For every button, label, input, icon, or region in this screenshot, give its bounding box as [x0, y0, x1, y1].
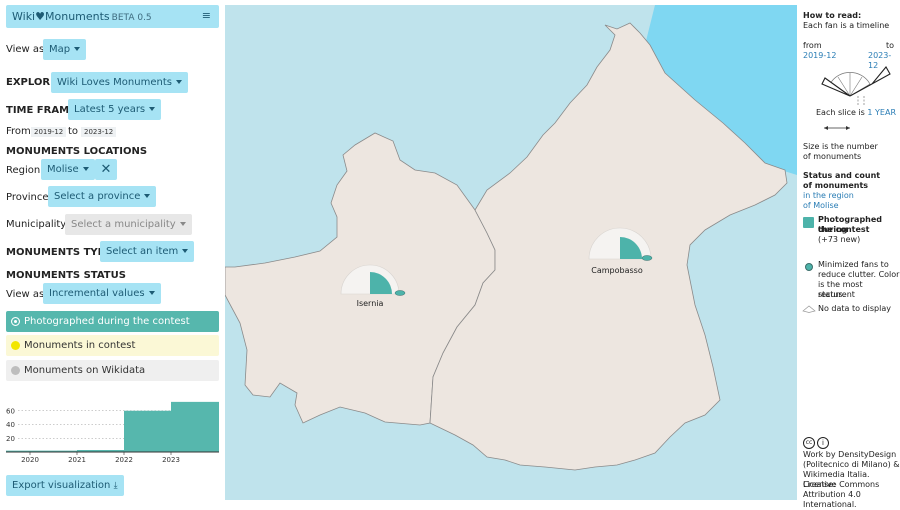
chevron-down-icon — [179, 222, 186, 226]
credits-line-4: Creative Commons — [803, 480, 880, 489]
chart-area-series — [6, 401, 219, 452]
fan-marker-icon — [394, 290, 406, 296]
type-dropdown[interactable]: Select an item — [100, 241, 195, 262]
place-label-campobasso: Campobasso — [591, 266, 643, 275]
no-data-fan-icon — [802, 305, 816, 313]
legend-size-arrow — [824, 126, 850, 130]
explore-dropdown[interactable]: Wiki Loves Monuments — [51, 72, 188, 93]
cc-license-icon: cc — [803, 437, 815, 449]
municipality-dropdown[interactable]: Select a municipality — [65, 214, 192, 235]
legend-region-line-1: in the region — [803, 191, 854, 200]
status-wikidata-toggle[interactable]: Monuments on Wikidata — [6, 360, 219, 381]
province-dropdown[interactable]: Select a province — [48, 186, 157, 207]
status-heading: MONUMENTS STATUS — [6, 270, 126, 281]
chevron-down-icon — [144, 194, 151, 198]
chart-y-tick-label: 20 — [6, 435, 15, 443]
legend-each-fan: Each fan is a timeline — [803, 21, 890, 30]
first-slice-icon — [821, 77, 851, 97]
legend-photographed-2: the contest — [818, 225, 870, 234]
place-label-isernia: Isernia — [357, 299, 384, 308]
app-title: Wiki♥Monuments BETA 0.5 — [12, 10, 152, 23]
legend-status-title-2: of monuments — [803, 181, 869, 190]
map-view[interactable]: Isernia Campobasso — [225, 5, 797, 500]
view-as-label: View as — [6, 44, 45, 55]
legend-status-title-1: Status and count — [803, 171, 881, 180]
to-date-input[interactable]: 2023-12 — [81, 127, 117, 137]
legend-how-to-read: How to read: — [803, 11, 862, 20]
chevron-down-icon — [175, 80, 182, 84]
molise-map[interactable]: Isernia Campobasso — [225, 5, 797, 500]
close-icon: ✕ — [100, 162, 112, 177]
region-label: Region — [6, 165, 41, 176]
legend-minimized-1: Minimized fans to — [818, 260, 889, 269]
chevron-down-icon — [182, 249, 189, 253]
arrow-head-right-icon — [846, 126, 850, 130]
no-data-shape — [802, 305, 816, 313]
radio-selected-icon — [11, 317, 20, 326]
status-photographed-toggle[interactable]: Photographed during the contest — [6, 311, 219, 332]
yellow-dot-icon — [11, 341, 20, 350]
heart-icon: ♥ — [35, 10, 45, 23]
status-view-label: View as — [6, 289, 45, 300]
explore-label: EXPLORE — [6, 77, 57, 88]
legend-from-label: from — [803, 41, 822, 50]
province-label: Province — [6, 192, 49, 203]
chevron-down-icon — [74, 47, 81, 51]
app-header: Wiki♥Monuments BETA 0.5 ≡ — [6, 5, 219, 28]
locations-heading: MONUMENTS LOCATIONS — [6, 146, 148, 157]
legend-slice-text: Each slice is 1 YEAR — [816, 108, 896, 117]
chevron-down-icon — [82, 167, 89, 171]
legend-minimized-4: status. — [818, 290, 846, 299]
attribution-icon: i — [817, 437, 829, 449]
view-as-dropdown[interactable]: Map — [43, 39, 87, 60]
municipality-label: Municipality — [6, 219, 67, 230]
from-date-input[interactable]: 2019-12 — [31, 127, 67, 137]
legend-fan-diagram — [821, 66, 891, 106]
legend-size-text-2: of monuments — [803, 152, 862, 161]
photographed-swatch-icon — [803, 217, 814, 228]
chart-x-tick-label: 2021 — [68, 456, 86, 463]
chevron-down-icon — [149, 107, 156, 111]
chart-y-tick-label: 40 — [6, 421, 15, 429]
last-slice-icon — [849, 66, 891, 97]
status-area-chart: 6040202020 2021 2022 2023 — [6, 401, 219, 463]
chart-x-tick-label: 2020 — [21, 456, 39, 463]
legend-panel: How to read: Each fan is a timeline from… — [800, 0, 900, 509]
gray-dot-icon — [11, 366, 20, 375]
download-icon: ⤓ — [113, 481, 118, 491]
from-label: From — [6, 126, 31, 137]
legend-size-text-1: Size is the number — [803, 142, 878, 151]
legend-no-data: No data to display — [818, 304, 891, 313]
status-view-dropdown[interactable]: Incremental values — [43, 283, 161, 304]
legend-photographed-new: (+73 new) — [818, 235, 861, 244]
legend-region-line-2: of Molise — [803, 201, 839, 210]
export-visualization-button[interactable]: Export visualization ⤓ — [6, 475, 124, 496]
credits-line-5: Attribution 4.0 International. — [803, 490, 861, 509]
time-frame-label: TIME FRAME — [6, 105, 76, 116]
region-dropdown[interactable]: Molise — [41, 159, 95, 180]
arrow-head-left-icon — [824, 126, 828, 130]
minimized-fan-icon — [805, 263, 813, 271]
to-label: to — [68, 126, 79, 137]
legend-to-label: to — [886, 41, 895, 50]
beta-badge: BETA 0.5 — [111, 13, 152, 23]
credits-line-1: Work by DensityDesign — [803, 450, 897, 459]
chart-y-tick-label: 60 — [6, 407, 15, 415]
status-in-contest-toggle[interactable]: Monuments in contest — [6, 335, 219, 356]
chart-x-tick-label: 2022 — [115, 456, 133, 463]
time-frame-dropdown[interactable]: Latest 5 years — [68, 99, 162, 120]
legend-minimized-2: reduce clutter. Color — [818, 270, 900, 279]
chart-x-tick-label: 2023 — [162, 456, 180, 463]
control-sidebar: Wiki♥Monuments BETA 0.5 ≡ View as Map EXP… — [0, 0, 225, 506]
credits-line-2: (Politecnico di Milano) & — [803, 460, 900, 469]
clear-region-button[interactable]: ✕ — [95, 159, 117, 180]
fan-marker-icon — [641, 255, 653, 261]
type-label: MONUMENTS TYPE — [6, 247, 112, 258]
chevron-down-icon — [148, 291, 155, 295]
hamburger-menu-icon[interactable]: ≡ — [202, 9, 211, 22]
